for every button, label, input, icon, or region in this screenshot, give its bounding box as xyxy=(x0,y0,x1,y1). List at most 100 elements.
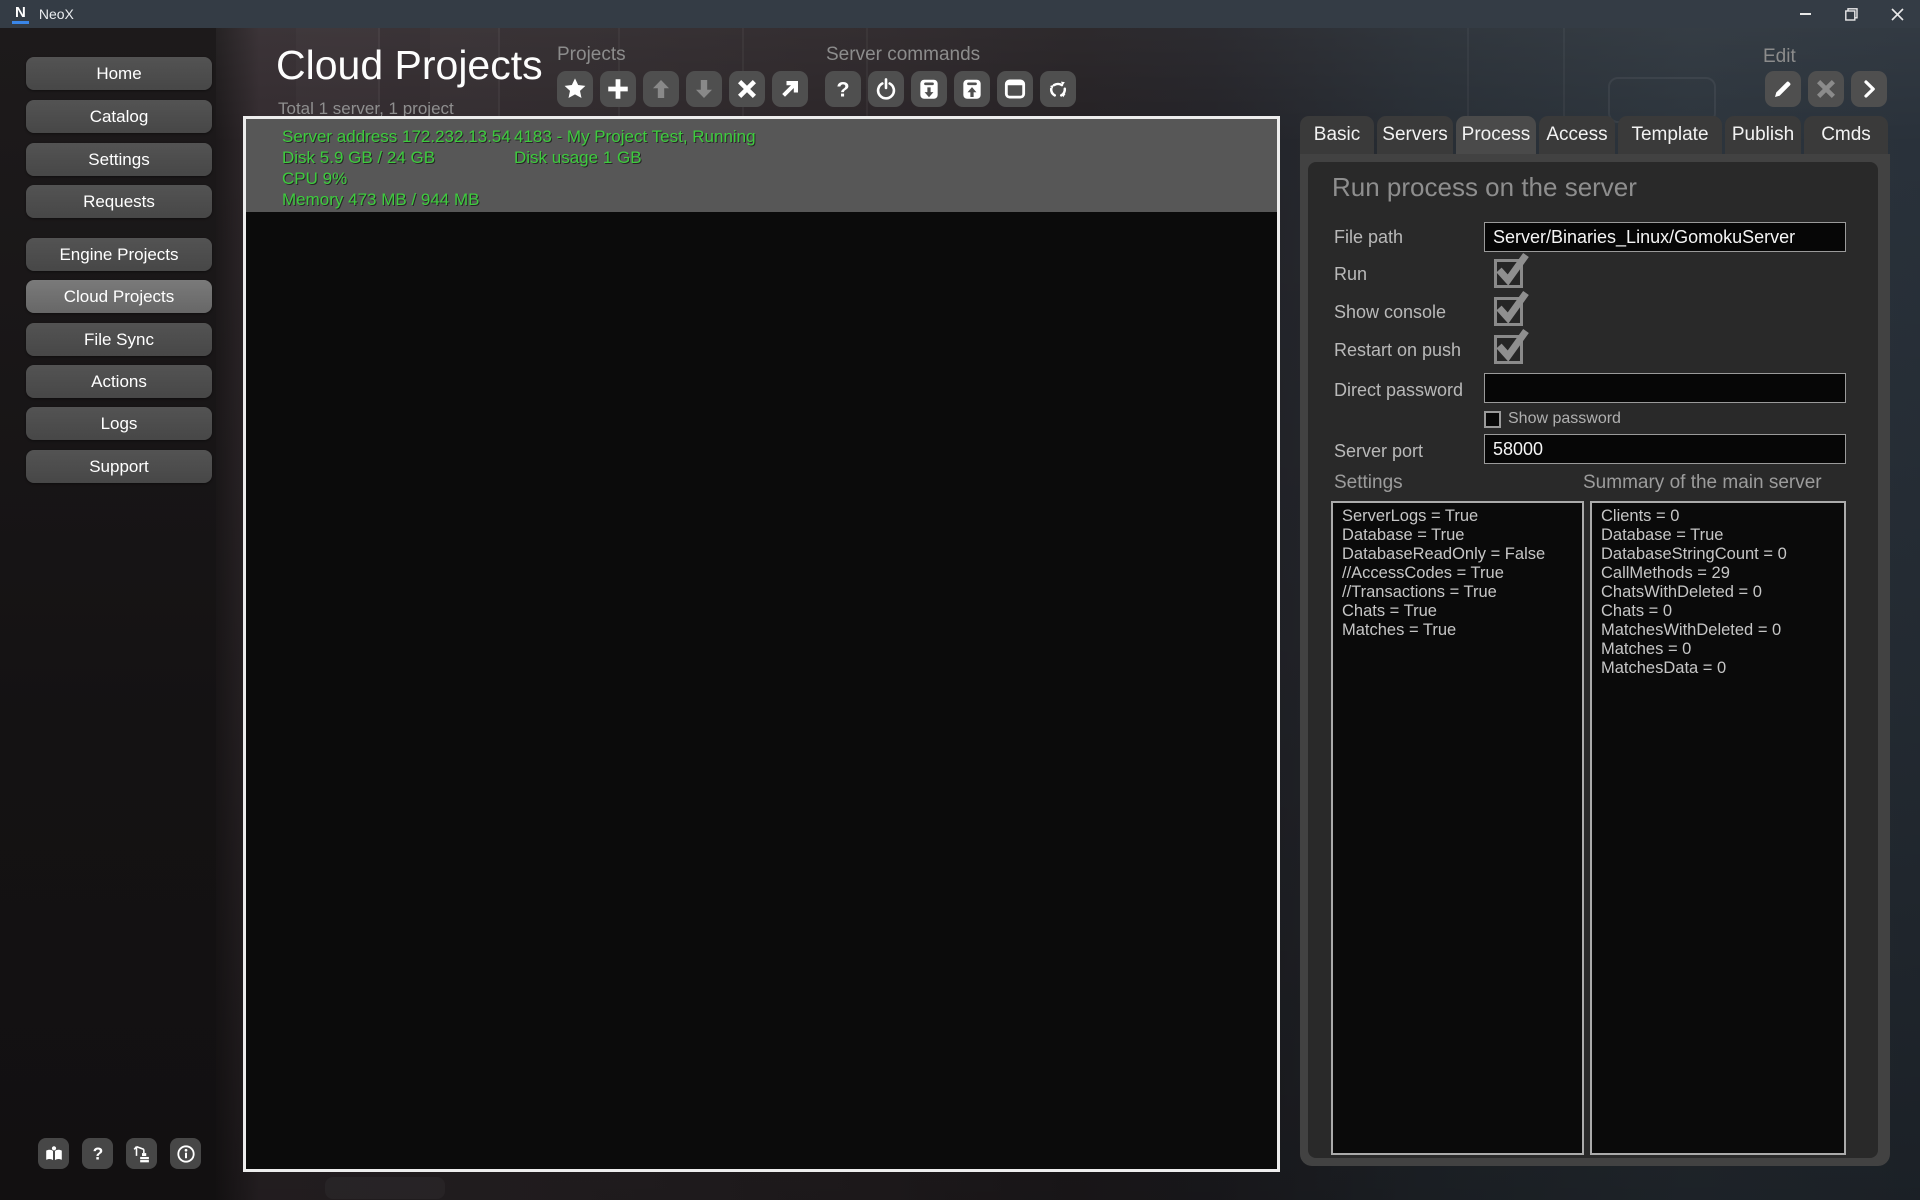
edit-toolbar-label: Edit xyxy=(1763,46,1796,68)
restart-on-push-label: Restart on push xyxy=(1334,340,1461,361)
server-console-button[interactable] xyxy=(997,71,1033,107)
server-cpu: CPU 9% xyxy=(282,168,511,189)
server-upload-button[interactable] xyxy=(954,71,990,107)
move-down-button[interactable] xyxy=(686,71,722,107)
tab-process[interactable]: Process xyxy=(1456,116,1536,154)
sidebar-item-catalog[interactable]: Catalog xyxy=(26,100,212,133)
close-button[interactable] xyxy=(1874,0,1920,28)
edit-next-button[interactable] xyxy=(1851,71,1887,107)
edit-delete-button[interactable] xyxy=(1808,71,1844,107)
show-console-checkbox[interactable] xyxy=(1494,297,1523,326)
settings-line: //AccessCodes = True xyxy=(1342,564,1573,583)
projects-toolbar xyxy=(557,71,808,107)
about-button[interactable] xyxy=(170,1138,201,1169)
server-memory: Memory 473 MB / 944 MB xyxy=(282,189,511,210)
add-project-button[interactable] xyxy=(600,71,636,107)
show-password-checkbox[interactable] xyxy=(1484,411,1501,428)
sidebar-item-engine-projects[interactable]: Engine Projects xyxy=(26,238,212,271)
summary-line: CallMethods = 29 xyxy=(1601,564,1835,583)
project-disk-usage: Disk usage 1 GB xyxy=(514,147,756,168)
summary-line: Chats = 0 xyxy=(1601,602,1835,621)
sidebar-item-actions[interactable]: Actions xyxy=(26,365,212,398)
title-bar: N NeoX xyxy=(0,0,1920,28)
show-console-label: Show console xyxy=(1334,302,1446,323)
page-title: Cloud Projects xyxy=(276,42,543,89)
server-list-item[interactable]: Server address 172.232.13.54 Disk 5.9 GB… xyxy=(246,119,1277,212)
sidebar-item-home[interactable]: Home xyxy=(26,57,212,90)
sidebar-item-file-sync[interactable]: File Sync xyxy=(26,323,212,356)
checkmark-icon xyxy=(1493,288,1529,324)
move-up-button[interactable] xyxy=(643,71,679,107)
bg-decoration xyxy=(325,1177,445,1199)
svg-text:?: ? xyxy=(836,77,849,102)
recycle-icon xyxy=(1045,76,1071,102)
edit-toolbar xyxy=(1765,71,1887,107)
restore-button[interactable] xyxy=(1828,0,1874,28)
server-commands-toolbar: ? xyxy=(825,71,1076,107)
edit-button[interactable] xyxy=(1765,71,1801,107)
show-password-label: Show password xyxy=(1508,410,1621,428)
box-upload-icon xyxy=(959,76,985,102)
settings-list[interactable]: ServerLogs = True Database = True Databa… xyxy=(1331,501,1584,1155)
arrow-up-icon xyxy=(649,77,673,101)
server-port-input[interactable] xyxy=(1484,434,1846,464)
arrow-down-icon xyxy=(692,77,716,101)
app-logo: N xyxy=(12,5,29,24)
settings-line: Matches = True xyxy=(1342,621,1573,640)
tab-servers[interactable]: Servers xyxy=(1377,116,1453,154)
server-power-button[interactable] xyxy=(868,71,904,107)
sidebar-item-cloud-projects[interactable]: Cloud Projects xyxy=(26,280,212,313)
tab-cmds[interactable]: Cmds xyxy=(1804,116,1888,154)
tab-publish[interactable]: Publish xyxy=(1725,116,1801,154)
favorite-button[interactable] xyxy=(557,71,593,107)
app-window: N NeoX Home Catalog Settings Requests En… xyxy=(0,0,1920,1200)
svg-text:?: ? xyxy=(92,1143,103,1163)
summary-line: Matches = 0 xyxy=(1601,640,1835,659)
info-icon xyxy=(175,1143,197,1165)
server-disk: Disk 5.9 GB / 24 GB xyxy=(282,147,511,168)
server-recycle-button[interactable] xyxy=(1040,71,1076,107)
checkmark-icon xyxy=(1493,326,1529,362)
sidebar-item-settings[interactable]: Settings xyxy=(26,143,212,176)
minimize-icon xyxy=(1800,13,1811,15)
checkmark-icon xyxy=(1493,250,1529,286)
delete-project-button[interactable] xyxy=(729,71,765,107)
server-install-button[interactable] xyxy=(911,71,947,107)
server-address: Server address 172.232.13.54 xyxy=(282,126,511,147)
construction-button[interactable] xyxy=(126,1138,157,1169)
cross-icon xyxy=(1814,77,1838,101)
tab-access[interactable]: Access xyxy=(1539,116,1615,154)
help-button[interactable]: ? xyxy=(82,1138,113,1169)
restore-icon xyxy=(1845,8,1858,21)
book-reader-icon xyxy=(43,1143,65,1165)
settings-line: Database = True xyxy=(1342,526,1573,545)
file-path-label: File path xyxy=(1334,227,1403,248)
direct-password-input[interactable] xyxy=(1484,373,1846,403)
documentation-button[interactable] xyxy=(38,1138,69,1169)
projects-list-panel[interactable]: Server address 172.232.13.54 Disk 5.9 GB… xyxy=(243,116,1280,1172)
server-info-left: Server address 172.232.13.54 Disk 5.9 GB… xyxy=(282,126,511,210)
server-help-button[interactable]: ? xyxy=(825,71,861,107)
run-label: Run xyxy=(1334,264,1367,285)
right-panel-tabs: Basic Servers Process Access Template Pu… xyxy=(1300,116,1888,154)
star-icon xyxy=(562,76,588,102)
sidebar-item-logs[interactable]: Logs xyxy=(26,407,212,440)
file-path-input[interactable] xyxy=(1484,222,1846,252)
sidebar-item-support[interactable]: Support xyxy=(26,450,212,483)
tab-template[interactable]: Template xyxy=(1618,116,1722,154)
plus-icon xyxy=(605,76,631,102)
close-icon xyxy=(1891,8,1904,21)
summary-list[interactable]: Clients = 0 Database = True DatabaseStri… xyxy=(1590,501,1846,1155)
project-status: 4183 - My Project Test, Running xyxy=(514,126,756,147)
open-project-button[interactable] xyxy=(772,71,808,107)
window-title: NeoX xyxy=(39,6,74,22)
crane-icon xyxy=(131,1143,153,1165)
restart-on-push-checkbox[interactable] xyxy=(1494,335,1523,364)
window-icon xyxy=(1002,76,1028,102)
sidebar-item-requests[interactable]: Requests xyxy=(26,185,212,218)
run-checkbox[interactable] xyxy=(1494,259,1523,288)
minimize-button[interactable] xyxy=(1782,0,1828,28)
server-info-right: 4183 - My Project Test, Running Disk usa… xyxy=(514,126,756,168)
settings-label: Settings xyxy=(1334,472,1403,494)
tab-basic[interactable]: Basic xyxy=(1300,116,1374,154)
